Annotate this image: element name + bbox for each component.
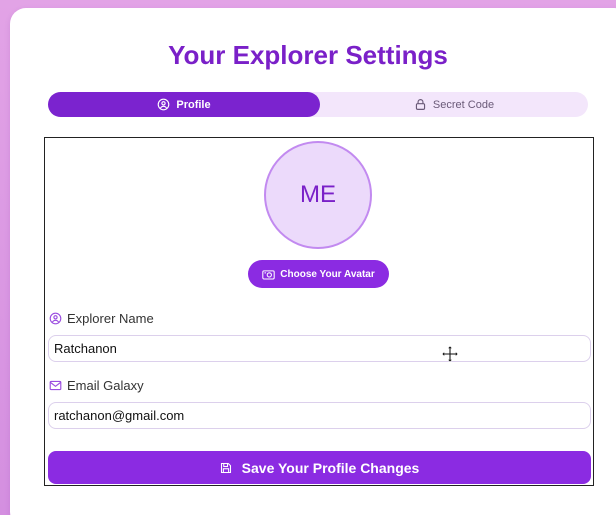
user-circle-icon bbox=[49, 312, 62, 325]
email-galaxy-label-text: Email Galaxy bbox=[67, 378, 144, 393]
mail-icon bbox=[49, 380, 62, 391]
move-cursor-icon bbox=[441, 345, 459, 363]
tab-secret-code-label: Secret Code bbox=[432, 98, 495, 111]
profile-panel: ME Choose Your Avatar Explorer Name Ratc… bbox=[44, 137, 594, 486]
choose-avatar-button[interactable]: Choose Your Avatar bbox=[248, 260, 389, 288]
email-galaxy-input[interactable]: ratchanon@gmail.com bbox=[48, 402, 591, 429]
settings-tabs: Profile Secret Code bbox=[48, 92, 588, 117]
email-galaxy-value: ratchanon@gmail.com bbox=[54, 408, 185, 423]
explorer-name-label-text: Explorer Name bbox=[67, 311, 154, 326]
avatar-initials: ME bbox=[300, 181, 336, 208]
save-profile-button[interactable]: Save Your Profile Changes bbox=[48, 451, 591, 484]
tab-profile[interactable]: Profile bbox=[48, 92, 320, 117]
choose-avatar-label: Choose Your Avatar bbox=[280, 268, 375, 280]
explorer-name-label: Explorer Name bbox=[49, 311, 154, 326]
floppy-disk-icon bbox=[220, 462, 231, 473]
save-profile-label: Save Your Profile Changes bbox=[241, 459, 420, 476]
explorer-name-value: Ratchanon bbox=[54, 341, 117, 356]
lock-icon bbox=[415, 99, 426, 110]
avatar: ME bbox=[264, 141, 372, 249]
camera-icon bbox=[262, 269, 275, 279]
email-galaxy-label: Email Galaxy bbox=[49, 378, 144, 393]
tab-profile-label: Profile bbox=[176, 98, 211, 111]
user-circle-icon bbox=[158, 98, 170, 111]
explorer-name-input[interactable]: Ratchanon bbox=[48, 335, 591, 362]
page-title: Your Explorer Settings bbox=[168, 40, 448, 70]
tab-secret-code[interactable]: Secret Code bbox=[320, 92, 588, 117]
